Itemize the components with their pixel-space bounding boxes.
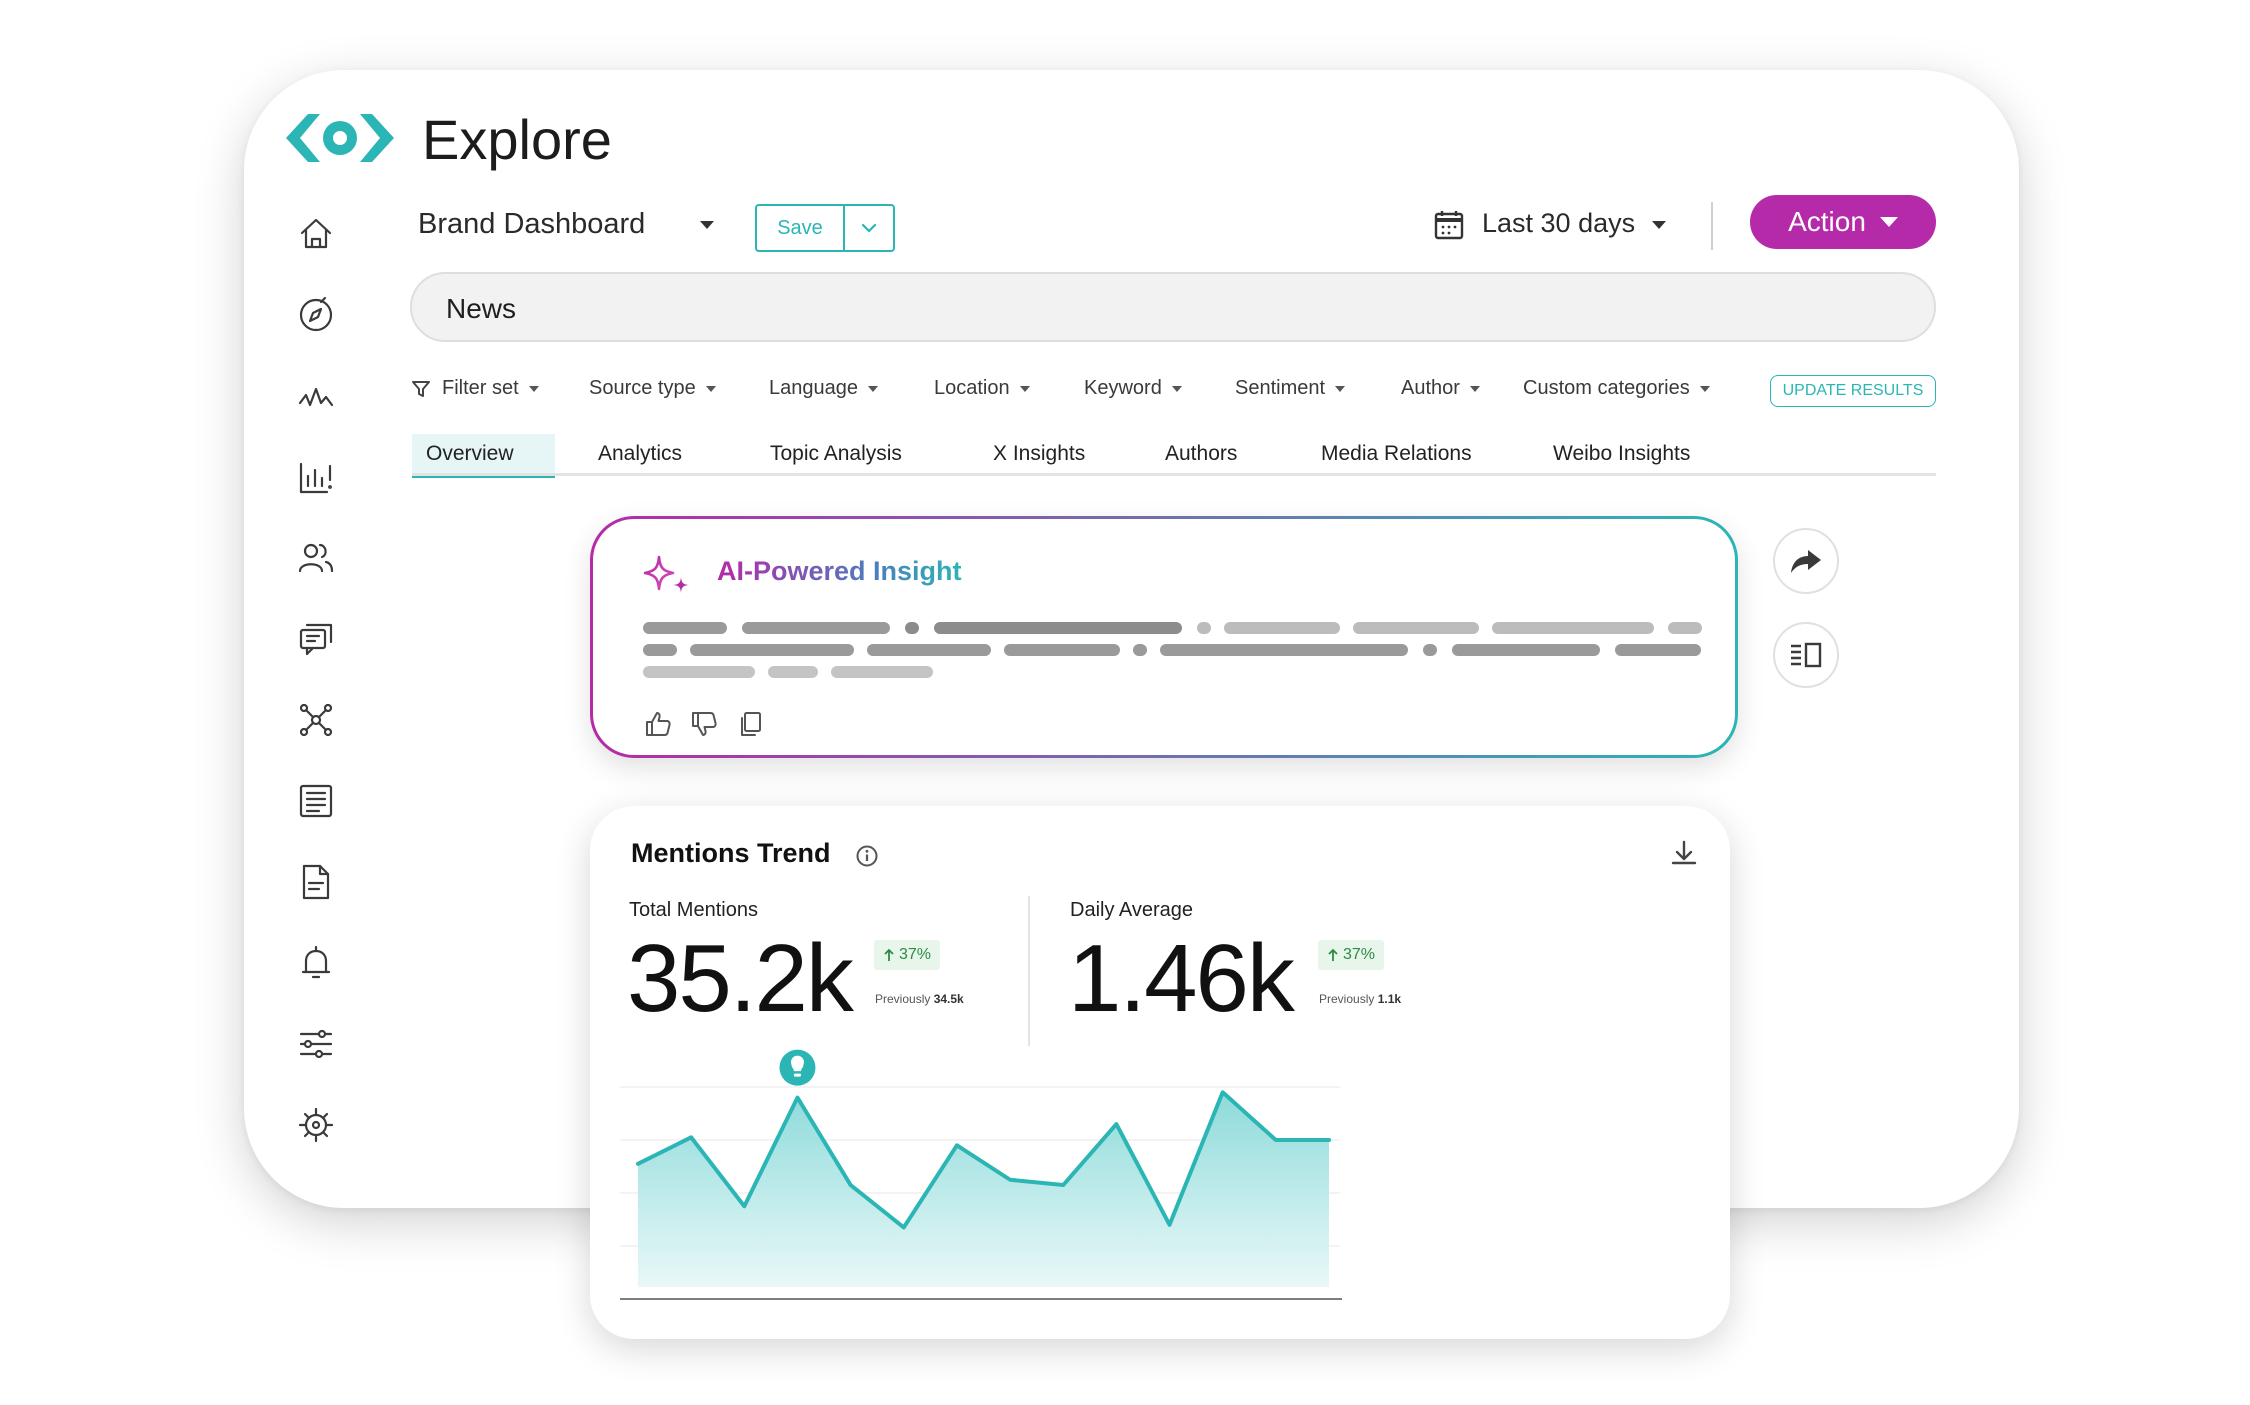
mentions-trend-card: Mentions Trend Total Mentions 35.2k 37% …	[590, 806, 1730, 1339]
document-icon[interactable]	[286, 852, 346, 912]
brand-logo	[286, 114, 394, 162]
bar-chart-alert-icon[interactable]	[286, 447, 346, 507]
tabs-divider	[412, 473, 1936, 476]
filter-label: Custom categories	[1523, 377, 1690, 399]
filter-language[interactable]: Language	[769, 377, 878, 400]
filter-source-type[interactable]: Source type	[589, 377, 716, 400]
filter-label: Author	[1401, 377, 1460, 399]
tab-media-relations[interactable]: Media Relations	[1321, 442, 1472, 466]
pulse-icon[interactable]	[286, 366, 346, 426]
caret-down-icon	[1879, 217, 1898, 227]
sparkle-icon	[643, 555, 689, 593]
people-icon[interactable]	[286, 528, 346, 588]
mentions-trend-chart	[620, 1049, 1342, 1300]
filter-location[interactable]: Location	[934, 377, 1030, 400]
filter-sentiment[interactable]: Sentiment	[1235, 377, 1346, 400]
filter-label: Source type	[589, 377, 696, 399]
chat-icon[interactable]	[286, 609, 346, 669]
bell-icon[interactable]	[286, 933, 346, 993]
action-button-label: Action	[1788, 206, 1866, 237]
caret-down-icon	[867, 385, 878, 392]
compass-icon[interactable]	[286, 285, 346, 345]
update-results-button[interactable]: UPDATE RESULTS	[1770, 375, 1936, 407]
area-fill	[638, 1092, 1329, 1287]
search-input[interactable]: News	[410, 272, 1936, 342]
caret-down-icon	[1335, 385, 1346, 392]
app-title: Explore	[422, 108, 612, 171]
caret-down-icon	[1171, 385, 1182, 392]
caret-down-icon	[1469, 385, 1480, 392]
tab-x-insights[interactable]: X Insights	[993, 442, 1085, 466]
funnel-icon	[412, 380, 430, 397]
tab-weibo-insights[interactable]: Weibo Insights	[1553, 442, 1690, 466]
filter-label: Filter set	[442, 377, 519, 399]
caret-down-icon[interactable]	[1644, 210, 1674, 240]
network-icon[interactable]	[286, 690, 346, 750]
thumbs-up-icon[interactable]	[643, 709, 673, 739]
tab-overview[interactable]: Overview	[426, 442, 514, 466]
caret-down-icon	[1019, 385, 1030, 392]
filter-label: Location	[934, 377, 1010, 399]
caret-down-icon[interactable]	[692, 210, 722, 240]
home-icon[interactable]	[286, 204, 346, 264]
action-button[interactable]: Action	[1750, 195, 1936, 249]
sliders-icon[interactable]	[286, 1014, 346, 1074]
date-range-selector[interactable]: Last 30 days	[1482, 208, 1635, 239]
ai-insight-card: AI-Powered Insight	[590, 516, 1738, 758]
panel-layout-icon[interactable]	[1773, 622, 1839, 688]
save-split-button: Save	[755, 204, 895, 252]
filter-label: Keyword	[1084, 377, 1162, 399]
filter-custom-categories[interactable]: Custom categories	[1523, 377, 1710, 400]
caret-down-icon	[1699, 385, 1710, 392]
calendar-icon[interactable]	[1432, 208, 1466, 242]
filter-author[interactable]: Author	[1401, 377, 1480, 400]
filter-label: Language	[769, 377, 858, 399]
thumbs-down-icon[interactable]	[689, 709, 719, 739]
tab-authors[interactable]: Authors	[1165, 442, 1237, 466]
tab-topic-analysis[interactable]: Topic Analysis	[770, 442, 902, 466]
filter-set-dropdown[interactable]: Filter set	[410, 377, 539, 400]
ai-insight-title: AI-Powered Insight	[717, 556, 962, 586]
save-button[interactable]: Save	[757, 206, 845, 250]
share-icon[interactable]	[1773, 528, 1839, 594]
settings-icon[interactable]	[286, 1095, 346, 1155]
copy-icon[interactable]	[735, 709, 765, 739]
newspaper-icon[interactable]	[286, 771, 346, 831]
filter-keyword[interactable]: Keyword	[1084, 377, 1182, 400]
filter-label: Sentiment	[1235, 377, 1326, 399]
search-value: News	[446, 293, 517, 324]
tab-analytics[interactable]: Analytics	[598, 442, 682, 466]
dashboard-selector[interactable]: Brand Dashboard	[418, 208, 645, 241]
lightbulb-icon	[779, 1049, 816, 1086]
chevron-down-icon[interactable]	[845, 206, 893, 250]
caret-down-icon	[528, 385, 539, 392]
caret-down-icon	[705, 385, 716, 392]
toolbar-divider	[1711, 202, 1713, 250]
